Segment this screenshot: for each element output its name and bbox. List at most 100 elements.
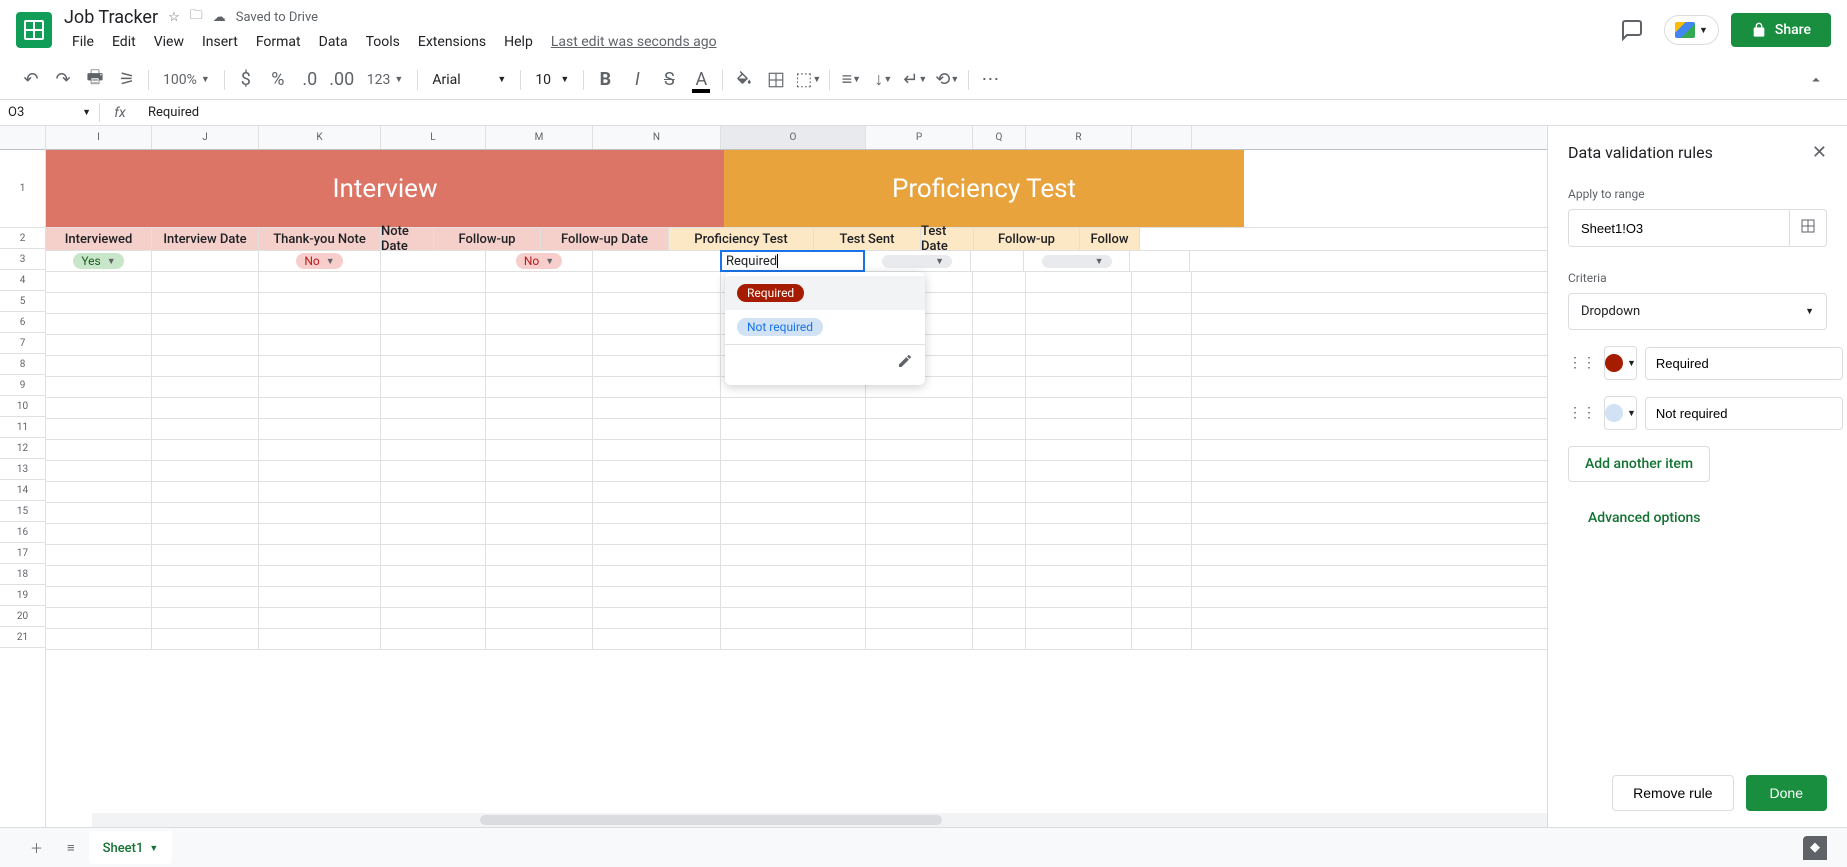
share-button[interactable]: Share	[1731, 13, 1831, 47]
label-cell[interactable]: Follow	[1080, 228, 1140, 250]
col-header[interactable]: O	[721, 126, 866, 149]
option-value-input[interactable]	[1645, 397, 1843, 430]
star-icon[interactable]: ☆	[168, 10, 180, 25]
italic-button[interactable]: I	[622, 65, 652, 95]
label-cell[interactable]: Thank-you Note	[259, 228, 381, 250]
col-header[interactable]: Q	[973, 126, 1026, 149]
cell[interactable]	[593, 251, 721, 271]
drag-handle-icon[interactable]: ⋮⋮	[1568, 355, 1596, 371]
doc-title[interactable]: Job Tracker	[64, 7, 158, 28]
last-edit-link[interactable]: Last edit was seconds ago	[543, 30, 725, 54]
col-header[interactable]: M	[486, 126, 593, 149]
menu-data[interactable]: Data	[311, 30, 356, 54]
dropdown-chip[interactable]: No▼	[296, 253, 342, 269]
drag-handle-icon[interactable]: ⋮⋮	[1568, 405, 1596, 421]
menu-insert[interactable]: Insert	[194, 30, 246, 54]
name-box[interactable]: O3▼	[0, 103, 100, 122]
row-header[interactable]: 3	[0, 249, 45, 270]
label-cell[interactable]: Follow-up Date	[541, 228, 669, 250]
menu-tools[interactable]: Tools	[358, 30, 408, 54]
col-header[interactable]	[1132, 126, 1192, 149]
cell[interactable]: No▼	[486, 251, 593, 271]
row-header[interactable]: 14	[0, 480, 45, 501]
percent-button[interactable]: %	[263, 65, 293, 95]
dropdown-option-not-required[interactable]: Not required	[725, 310, 925, 344]
col-header[interactable]: I	[46, 126, 152, 149]
row-header[interactable]: 17	[0, 543, 45, 564]
move-icon[interactable]: 🗀	[190, 6, 203, 28]
cell[interactable]	[1130, 251, 1190, 271]
row-header[interactable]: 7	[0, 333, 45, 354]
increase-decimal-button[interactable]: .00	[327, 65, 357, 95]
row-header[interactable]: 15	[0, 501, 45, 522]
row-header[interactable]: 4	[0, 270, 45, 291]
font-size-select[interactable]: 10▼	[527, 68, 577, 92]
label-cell[interactable]: Proficiency Test	[669, 228, 814, 250]
row-header[interactable]: 5	[0, 291, 45, 312]
strike-button[interactable]: S	[654, 65, 684, 95]
wrap-button[interactable]: ↵ ▼	[900, 65, 930, 95]
comments-icon[interactable]	[1612, 10, 1652, 50]
menu-format[interactable]: Format	[248, 30, 309, 54]
menu-view[interactable]: View	[146, 30, 192, 54]
print-button[interactable]: 🖶	[80, 65, 110, 95]
advanced-options-link[interactable]: Advanced options	[1568, 502, 1827, 534]
col-header[interactable]: J	[152, 126, 259, 149]
range-input[interactable]	[1569, 212, 1789, 245]
col-header[interactable]: L	[381, 126, 486, 149]
merge-button[interactable]: ⬚ ▼	[793, 65, 823, 95]
valign-button[interactable]: ↓ ▼	[868, 65, 898, 95]
decrease-decimal-button[interactable]: .0	[295, 65, 325, 95]
remove-rule-button[interactable]: Remove rule	[1612, 775, 1733, 811]
collapse-toolbar-button[interactable]	[1801, 65, 1831, 95]
menu-edit[interactable]: Edit	[104, 30, 144, 54]
horizontal-scrollbar[interactable]	[92, 813, 1547, 827]
row-header[interactable]: 11	[0, 417, 45, 438]
merged-header-proficiency[interactable]: Proficiency Test	[724, 150, 1244, 227]
row-header[interactable]: 12	[0, 438, 45, 459]
label-cell[interactable]: Interview Date	[152, 228, 259, 250]
formula-input[interactable]: Required	[140, 103, 1847, 122]
cell[interactable]: ▼	[864, 251, 971, 271]
explore-button[interactable]: ◆	[1803, 836, 1827, 860]
cloud-saved-icon[interactable]: ☁	[213, 10, 226, 25]
more-tools-button[interactable]: ⋯	[975, 65, 1005, 95]
menu-help[interactable]: Help	[496, 30, 541, 54]
menu-file[interactable]: File	[64, 30, 102, 54]
col-header[interactable]: K	[259, 126, 381, 149]
cell[interactable]	[971, 251, 1024, 271]
cell[interactable]	[152, 251, 259, 271]
option-value-input[interactable]	[1645, 347, 1843, 380]
cell[interactable]: ▼	[1024, 251, 1130, 271]
zoom-select[interactable]: 100%▼	[155, 68, 218, 92]
option-color-picker[interactable]: ▼	[1604, 396, 1637, 430]
row-header[interactable]: 20	[0, 606, 45, 627]
text-color-button[interactable]: A	[686, 65, 716, 95]
label-cell[interactable]: Test Sent	[814, 228, 921, 250]
col-header[interactable]: P	[866, 126, 973, 149]
menu-extensions[interactable]: Extensions	[410, 30, 494, 54]
dropdown-chip[interactable]: Yes▼	[73, 253, 123, 269]
sheet-tab[interactable]: Sheet1▼	[89, 831, 173, 864]
dropdown-chip[interactable]: ▼	[882, 255, 952, 268]
row-header[interactable]: 18	[0, 564, 45, 585]
rotate-button[interactable]: ⟲ ▼	[932, 65, 962, 95]
number-format-select[interactable]: 123▼	[359, 68, 412, 92]
meet-button[interactable]: ▼	[1664, 15, 1719, 45]
label-cell[interactable]: Test Date	[921, 228, 974, 250]
cell[interactable]	[381, 251, 486, 271]
add-another-item-button[interactable]: Add another item	[1568, 446, 1710, 482]
cell[interactable]: Yes▼	[46, 251, 152, 271]
paint-format-button[interactable]: ⚞	[112, 65, 142, 95]
dropdown-chip[interactable]: No▼	[516, 253, 562, 269]
row-header[interactable]: 2	[0, 228, 45, 249]
col-header[interactable]: R	[1026, 126, 1132, 149]
row-header[interactable]: 21	[0, 627, 45, 648]
label-cell[interactable]: Follow-up	[434, 228, 541, 250]
dropdown-edit-button[interactable]	[725, 344, 925, 381]
font-select[interactable]: Arial▼	[424, 68, 514, 92]
row-header[interactable]: 8	[0, 354, 45, 375]
option-color-picker[interactable]: ▼	[1604, 346, 1637, 380]
merged-header-interview[interactable]: Interview	[46, 150, 724, 227]
bold-button[interactable]: B	[590, 65, 620, 95]
